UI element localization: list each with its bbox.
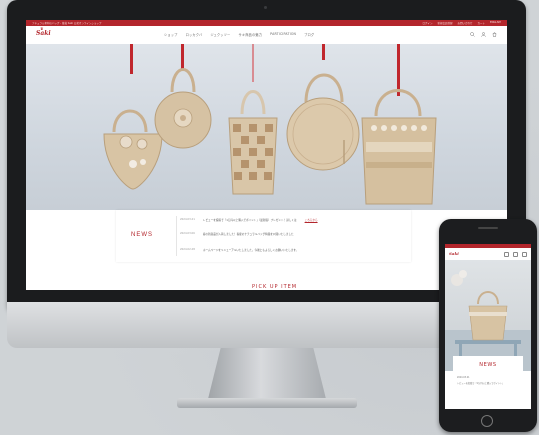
section-heading-peek: PICK UP ITEM [252, 284, 298, 290]
news-link[interactable]: こちらから [305, 218, 318, 222]
nav-icons [470, 32, 497, 37]
cart-icon[interactable] [492, 32, 497, 37]
user-icon[interactable] [481, 32, 486, 37]
news-divider [176, 216, 177, 256]
news-date: 2024.03.06 [180, 232, 195, 235]
phone-home-button[interactable] [481, 415, 493, 427]
nav-item-rokkaku[interactable]: ロッカクバ [186, 32, 203, 37]
basket-checkered-tote [228, 90, 278, 195]
phone-speaker [478, 227, 498, 229]
topbar-links: ログイン 新規会員登録 お問い合わせ カート ENGLISH [422, 21, 501, 25]
basket-lace-tote [361, 89, 437, 205]
topbar-message: ナチュラル素材のバッグ・雑貨 Saki 公式オンラインショップ [32, 22, 102, 25]
topbar-link-login[interactable]: ログイン [422, 21, 432, 25]
hero-banner-image [26, 44, 507, 210]
topbar-link-contact[interactable]: お問い合わせ [457, 21, 472, 25]
topbar-link-english[interactable]: ENGLISH [490, 21, 501, 25]
basket-round [154, 68, 212, 149]
phone-news-date: 2024.03.21 [457, 376, 470, 379]
monitor-stand-base [177, 398, 357, 408]
news-item[interactable]: 2024.02.28 ホームページをリニューアルいたしました。今後ともよろしくお… [180, 248, 298, 252]
news-item[interactable]: 2024.03.21 レビューを投稿で「1万円以上購入でポイント」（最新版）プレ… [180, 218, 318, 222]
nav-item-about[interactable]: サキ商品の魅力 [238, 32, 262, 37]
phone-news-text[interactable]: レビューを投稿で「1万円以上購入でポイント」 [457, 381, 504, 385]
nav-item-participation[interactable]: PARTICIPATION [270, 32, 296, 37]
phone-nav-icons [504, 252, 527, 257]
nav-menu: ショップ ロッカクバ ジュクッツー サキ商品の魅力 PARTICIPATION … [164, 32, 314, 37]
nav-item-blog[interactable]: ブログ [304, 32, 314, 37]
site-logo[interactable]: Saki [36, 30, 51, 37]
basket-round-tassel [286, 73, 360, 171]
main-navigation: ♛ Saki ショップ ロッカクバ ジュクッツー サキ商品の魅力 PARTICI… [26, 26, 507, 44]
mockup-stage: ナチュラル素材のバッグ・雑貨 Saki 公式オンラインショップ ログイン 新規会… [0, 0, 539, 435]
news-panel: NEWS 2024.03.21 レビューを投稿で「1万円以上購入でポイント」（最… [116, 210, 411, 262]
phone-search-icon[interactable] [504, 252, 509, 257]
news-text: 春の新商品が入荷しました！春夏のナチュラルバッグ特集を公開いたしました [202, 233, 294, 236]
news-text: レビューを投稿で「1万円以上購入でポイント」（最新版）プレゼント！詳しくは [202, 219, 297, 222]
phone-site-logo[interactable]: Saki [449, 251, 459, 256]
basket-halfmoon [103, 109, 163, 190]
news-date: 2024.03.21 [180, 218, 195, 221]
topbar-link-register[interactable]: 新規会員登録 [437, 21, 452, 25]
phone-navigation: Saki [445, 248, 531, 260]
camera-dot [264, 6, 267, 9]
nav-item-shop[interactable]: ショップ [164, 32, 178, 37]
phone-basket-illustration [445, 270, 531, 371]
phone-screen: Saki NEWS 2024.03.21 レビューを投稿で「1万円以上購入でポイ… [445, 244, 531, 409]
smartphone: Saki NEWS 2024.03.21 レビューを投稿で「1万円以上購入でポイ… [439, 219, 537, 432]
news-date: 2024.02.28 [180, 248, 195, 251]
hanging-baskets-illustration [103, 44, 437, 205]
phone-menu-icon[interactable] [522, 252, 527, 257]
news-item[interactable]: 2024.03.06 春の新商品が入荷しました！春夏のナチュラルバッグ特集を公開… [180, 232, 294, 236]
monitor-stand [207, 345, 327, 403]
phone-news-panel: NEWS 2024.03.21 レビューを投稿で「1万円以上購入でポイント」 [453, 356, 523, 409]
phone-news-heading: NEWS [479, 362, 497, 368]
topbar-link-cart[interactable]: カート [478, 21, 486, 25]
news-heading: NEWS [131, 232, 153, 238]
phone-user-icon[interactable] [513, 252, 518, 257]
search-icon[interactable] [470, 32, 475, 37]
phone-hero-image [445, 260, 531, 371]
news-text: ホームページをリニューアルいたしました。今後ともよろしくお願いいたします。 [202, 249, 299, 252]
nav-item-collection[interactable]: ジュクッツー [210, 32, 230, 37]
desktop-screen: ナチュラル素材のバッグ・雑貨 Saki 公式オンラインショップ ログイン 新規会… [26, 20, 507, 290]
